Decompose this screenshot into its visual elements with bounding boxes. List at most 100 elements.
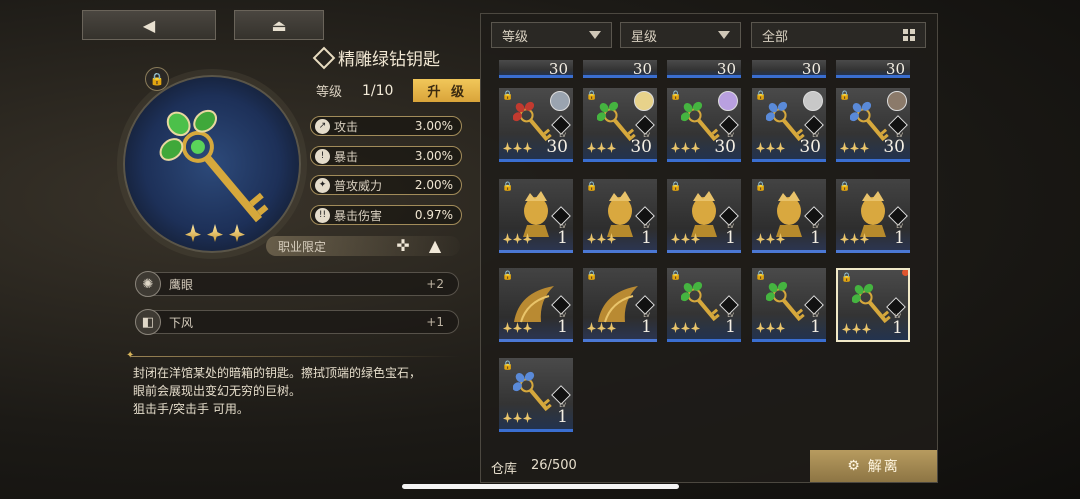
- star-icon: [607, 142, 616, 153]
- sniper-class-icon[interactable]: ✜: [392, 234, 414, 256]
- decompose-button[interactable]: ⚙ 解离: [810, 450, 937, 482]
- slot-star-rating: [756, 322, 785, 333]
- slot-star-rating: [503, 233, 532, 244]
- lock-icon: 🔒: [670, 271, 682, 281]
- lock-icon: 🔒: [841, 273, 853, 283]
- divider: [130, 356, 460, 357]
- slot-star-rating: [587, 233, 616, 244]
- crit-icon: !: [315, 148, 330, 164]
- star-icon: [691, 142, 700, 153]
- star-icon: [850, 233, 859, 244]
- star-icon: [766, 322, 775, 333]
- skill-leeward[interactable]: ◧ 下风 +1: [135, 309, 459, 335]
- lock-icon: 🔒: [839, 182, 851, 192]
- stat-crit-damage: !! 暴击伤害 0.97%: [310, 205, 462, 225]
- inventory-slot[interactable]: 🔒 LV 1: [583, 268, 657, 342]
- inventory-slot[interactable]: 30: [752, 60, 826, 78]
- home-button[interactable]: ⏏: [234, 10, 324, 40]
- green-key-icon: [681, 281, 720, 322]
- star-icon: [766, 233, 775, 244]
- star-icon: [862, 323, 871, 334]
- inventory-slot[interactable]: 🔒 LV 30: [752, 88, 826, 162]
- blue-key-icon: [513, 371, 552, 412]
- home-indicator[interactable]: [402, 484, 679, 489]
- inventory-slot[interactable]: 🔒 LV 1: [836, 179, 910, 253]
- stat-basic-attack: ✦ 普攻威力 2.00%: [310, 175, 462, 195]
- lock-icon: 🔒: [839, 91, 851, 101]
- star-icon: [840, 233, 849, 244]
- lock-icon: 🔒: [755, 182, 767, 192]
- slot-level: 30: [548, 60, 568, 78]
- slot-level: 1: [810, 228, 821, 248]
- inventory-slot[interactable]: 🔒 LV 1: [499, 268, 573, 342]
- inventory-slot[interactable]: 🔒 LV 1: [752, 179, 826, 253]
- star-icon: [597, 322, 606, 333]
- inventory-slot[interactable]: 🔒 LV 1: [583, 179, 657, 253]
- storage-info: 仓库 26/500: [491, 458, 577, 477]
- star-icon: [597, 233, 606, 244]
- slot-level: 30: [630, 137, 652, 157]
- slot-star-rating: [587, 142, 616, 153]
- inventory-slot[interactable]: 🔒 LV 1: [499, 358, 573, 432]
- inventory-slot[interactable]: 30: [499, 60, 573, 78]
- lock-icon: 🔒: [502, 91, 514, 101]
- star-icon: [523, 412, 532, 423]
- grid-icon: [903, 29, 915, 41]
- leeward-icon: ◧: [135, 309, 161, 335]
- star-icon: [671, 233, 680, 244]
- slot-star-rating: [671, 142, 700, 153]
- star-icon: [681, 322, 690, 333]
- skill-value: +2: [426, 277, 444, 291]
- star-icon: [513, 142, 522, 153]
- inventory-slot[interactable]: 30: [836, 60, 910, 78]
- green-key-icon: [766, 281, 805, 322]
- wrench-icon: ⚙: [847, 458, 862, 474]
- back-button[interactable]: ◀: [82, 10, 216, 40]
- star-icon: [681, 142, 690, 153]
- inventory-slot[interactable]: 🔒 LV 30: [583, 88, 657, 162]
- slot-level: 1: [557, 407, 568, 427]
- inventory-slot[interactable]: 🔒 LV 1: [667, 268, 741, 342]
- star-icon: [503, 142, 512, 153]
- level-filter-dropdown[interactable]: 等级: [491, 22, 612, 48]
- upgrade-button[interactable]: 升 级: [413, 79, 481, 102]
- slot-level: 30: [801, 60, 821, 78]
- gold-bust-icon: [691, 191, 717, 237]
- assault-class-icon[interactable]: ▲: [424, 234, 446, 256]
- lock-icon: 🔒: [755, 91, 767, 101]
- slot-level: 1: [894, 228, 905, 248]
- slot-level: 30: [632, 60, 652, 78]
- slot-level: 1: [557, 228, 568, 248]
- storage-count: 26/500: [531, 458, 577, 473]
- inventory-slot[interactable]: 🔒 LV 1: [752, 268, 826, 342]
- lock-icon: 🔒: [586, 271, 598, 281]
- stat-value: 3.00%: [414, 119, 453, 133]
- star-icon: [587, 322, 596, 333]
- stat-name: 暴击: [334, 149, 359, 164]
- star-filter-dropdown[interactable]: 星级: [620, 22, 741, 48]
- inventory-slot[interactable]: 30: [583, 60, 657, 78]
- back-arrow-icon: ◀: [142, 15, 156, 35]
- lock-icon: 🔒: [502, 182, 514, 192]
- inventory-slot[interactable]: 🔒 LV 1: [499, 179, 573, 253]
- slot-level: 30: [885, 60, 905, 78]
- item-description: 封闭在洋馆某处的暗箱的钥匙。擦拭顶端的绿色宝石， 眼前会展现出变幻无穷的巨树。 …: [133, 364, 463, 418]
- stat-name: 攻击: [334, 119, 359, 134]
- slot-level: 1: [641, 317, 652, 337]
- inventory-slot[interactable]: 🔒 LV 30: [836, 88, 910, 162]
- skill-name: 下风: [169, 315, 194, 330]
- lock-icon: 🔒: [586, 91, 598, 101]
- star-icon: [513, 412, 522, 423]
- inventory-slot[interactable]: 🔒 LV 30: [499, 88, 573, 162]
- inventory-slot[interactable]: 30: [667, 60, 741, 78]
- inventory-slot[interactable]: 🔒 LV 1: [836, 268, 910, 342]
- category-filter[interactable]: 全部: [751, 22, 926, 48]
- category-filter-label: 全部: [762, 29, 789, 45]
- inventory-slot[interactable]: 🔒 LV 1: [667, 179, 741, 253]
- skill-hawkeye[interactable]: ✺ 鹰眼 +2: [135, 271, 459, 297]
- lock-icon[interactable]: 🔒: [145, 67, 169, 91]
- character-avatar: [634, 91, 654, 111]
- level-filter-label: 等级: [502, 29, 529, 45]
- skill-name: 鹰眼: [169, 277, 194, 292]
- inventory-slot[interactable]: 🔒 LV 30: [667, 88, 741, 162]
